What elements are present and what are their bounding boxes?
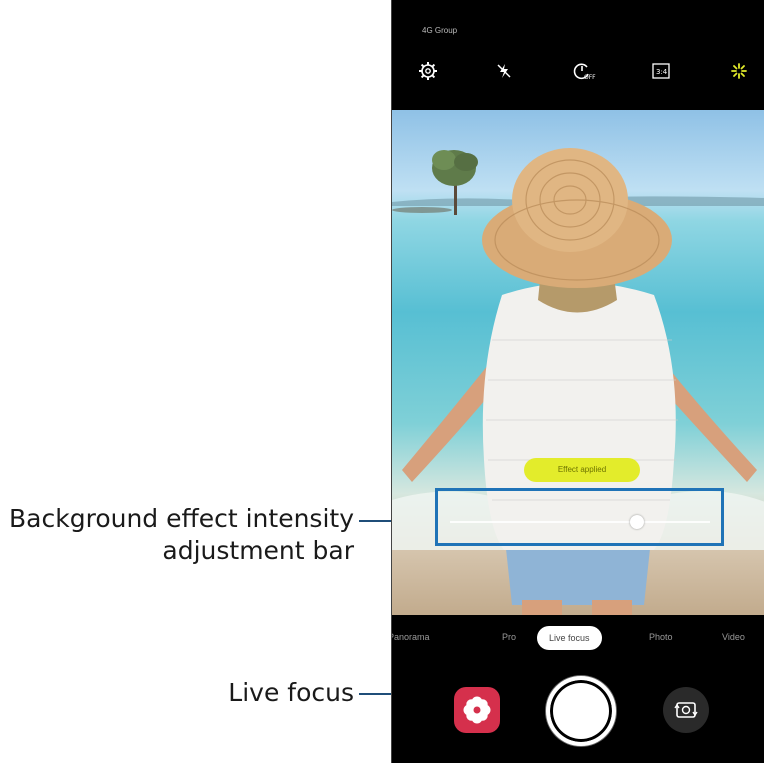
callout-intensity-line2: adjustment bar: [162, 536, 354, 565]
camera-bottom-bar: [392, 670, 764, 763]
switch-camera-button[interactable]: [663, 687, 709, 733]
shutter-button[interactable]: [546, 676, 616, 746]
ratio-3-4-icon[interactable]: 3:4: [646, 56, 676, 86]
camera-mode-bar: Panorama Pro Live focus Photo Video: [392, 624, 764, 652]
sparkle-filter-icon[interactable]: [724, 56, 754, 86]
mode-live-focus[interactable]: Live focus: [537, 626, 602, 650]
svg-text:OFF: OFF: [584, 74, 596, 81]
callout-intensity-label: Background effect intensity adjustment b…: [9, 503, 354, 567]
callout-live-focus-text: Live focus: [228, 678, 354, 707]
effect-applied-badge: Effect applied: [524, 458, 640, 482]
switch-camera-icon: [674, 702, 698, 718]
flower-effect-icon: [463, 696, 491, 724]
callout-intensity-line1: Background effect intensity: [9, 504, 354, 533]
status-text: 4G Group: [422, 26, 458, 35]
settings-gear-icon[interactable]: [413, 56, 443, 86]
camera-screen: 4G Group OFF 3:4 Effect applied Panorama…: [391, 0, 764, 763]
mode-panorama[interactable]: Panorama: [392, 632, 430, 642]
mode-video[interactable]: Video: [722, 632, 745, 642]
flower-effect-button[interactable]: [454, 687, 500, 733]
mode-photo[interactable]: Photo: [649, 632, 673, 642]
mode-pro[interactable]: Pro: [502, 632, 516, 642]
callout-live-focus-label: Live focus: [228, 677, 354, 709]
flash-off-icon[interactable]: [489, 56, 519, 86]
ratio-label: 3:4: [656, 68, 668, 76]
camera-top-toolbar: OFF 3:4: [392, 56, 764, 92]
intensity-bar-highlight-box: [435, 488, 724, 546]
timer-off-icon[interactable]: OFF: [567, 56, 597, 86]
